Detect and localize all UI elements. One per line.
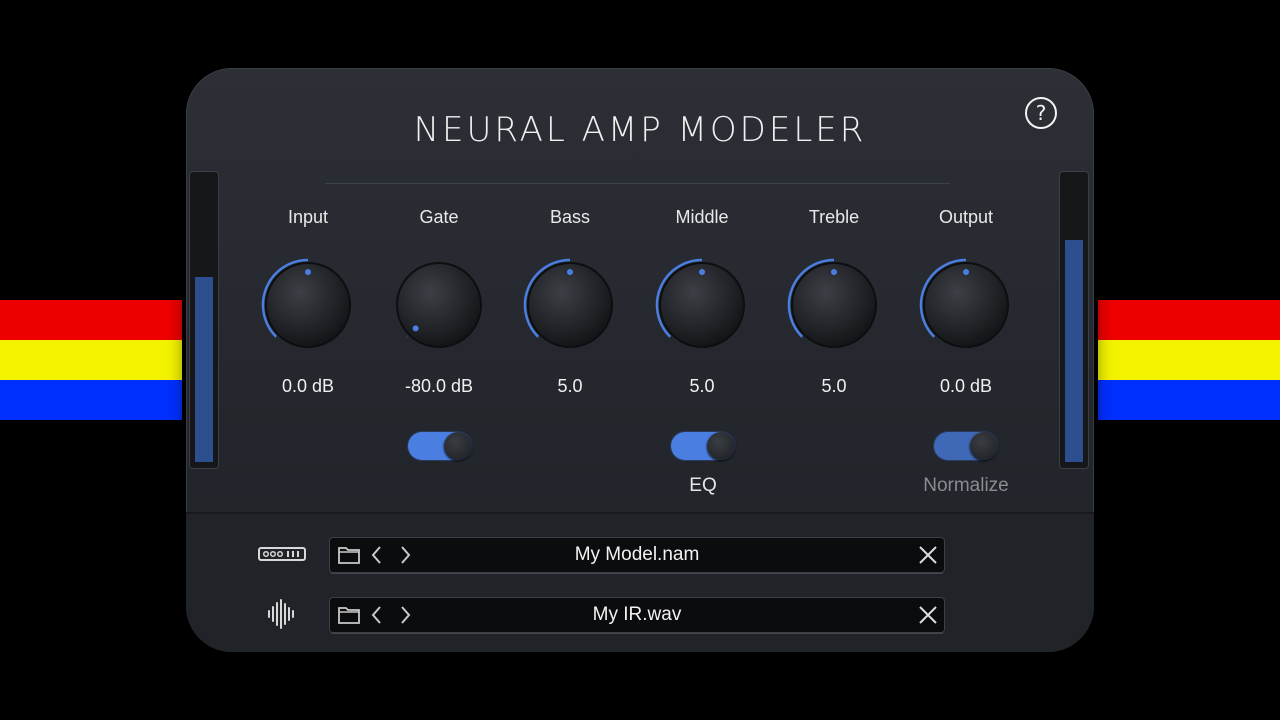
help-icon[interactable]: ? [1025, 97, 1057, 129]
gate-toggle[interactable] [408, 432, 472, 460]
close-icon[interactable] [917, 544, 939, 566]
folder-icon[interactable] [337, 544, 361, 566]
middle-value: 5.0 [689, 376, 715, 396]
output-value: 0.0 dB [939, 376, 993, 396]
input-meter [190, 172, 218, 468]
knob-body [527, 262, 613, 348]
model-filename: My Model.nam [574, 544, 700, 565]
gate-toggle-thumb [444, 432, 472, 460]
ir-file-field[interactable]: My IR.wav [330, 598, 944, 632]
gate-value: -80.0 dB [404, 376, 474, 396]
waveform-icon [268, 599, 294, 629]
previous-icon[interactable] [370, 544, 384, 566]
amp-model-icon [258, 547, 306, 561]
treble-knob-label: Treble [808, 207, 860, 227]
output-meter [1060, 172, 1088, 468]
bass-knob[interactable] [521, 256, 619, 354]
eq-label: EQ [689, 475, 717, 496]
knob-body [791, 262, 877, 348]
normalize-label: Normalize [923, 475, 1009, 496]
knob-indicator [831, 269, 837, 275]
next-icon[interactable] [398, 604, 412, 626]
previous-icon[interactable] [370, 604, 384, 626]
eq-toggle[interactable] [671, 432, 735, 460]
panel-divider [186, 512, 1094, 514]
left-stripe-yellow [0, 340, 182, 380]
normalize-toggle-thumb [970, 432, 998, 460]
bass-value: 5.0 [557, 376, 583, 396]
eq-toggle-thumb [707, 432, 735, 460]
normalize-toggle[interactable] [934, 432, 998, 460]
input-knob-label: Input [287, 207, 329, 227]
knob-indicator [567, 269, 573, 275]
knob-indicator [699, 269, 705, 275]
treble-knob[interactable] [785, 256, 883, 354]
treble-value: 5.0 [821, 376, 847, 396]
knob-body [923, 262, 1009, 348]
input-value: 0.0 dB [281, 376, 335, 396]
knob-body [265, 262, 351, 348]
model-file-field[interactable]: My Model.nam [330, 538, 944, 572]
left-stripe-blue [0, 380, 182, 420]
close-icon[interactable] [917, 604, 939, 626]
knob-indicator [412, 325, 419, 332]
middle-knob-label: Middle [675, 207, 729, 227]
input-knob[interactable] [259, 256, 357, 354]
output-knob[interactable] [917, 256, 1015, 354]
output-knob-label: Output [938, 207, 994, 227]
ir-filename: My IR.wav [592, 604, 682, 625]
right-stripe-yellow [1098, 340, 1280, 380]
gate-knob[interactable] [390, 256, 488, 354]
title-divider [325, 183, 950, 184]
knob-body [659, 262, 745, 348]
knob-indicator [963, 269, 969, 275]
output-meter-fill [1065, 240, 1083, 462]
middle-knob[interactable] [653, 256, 751, 354]
next-icon[interactable] [398, 544, 412, 566]
gate-knob-label: Gate [419, 207, 459, 227]
right-stripe-blue [1098, 380, 1280, 420]
knob-body [396, 262, 482, 348]
left-stripe-red [0, 300, 182, 340]
bass-knob-label: Bass [549, 207, 591, 227]
folder-icon[interactable] [337, 604, 361, 626]
input-meter-fill [195, 277, 213, 462]
knob-indicator [305, 269, 311, 275]
right-stripe-red [1098, 300, 1280, 340]
plugin-title: NEURAL AMP MODELER [413, 110, 867, 150]
